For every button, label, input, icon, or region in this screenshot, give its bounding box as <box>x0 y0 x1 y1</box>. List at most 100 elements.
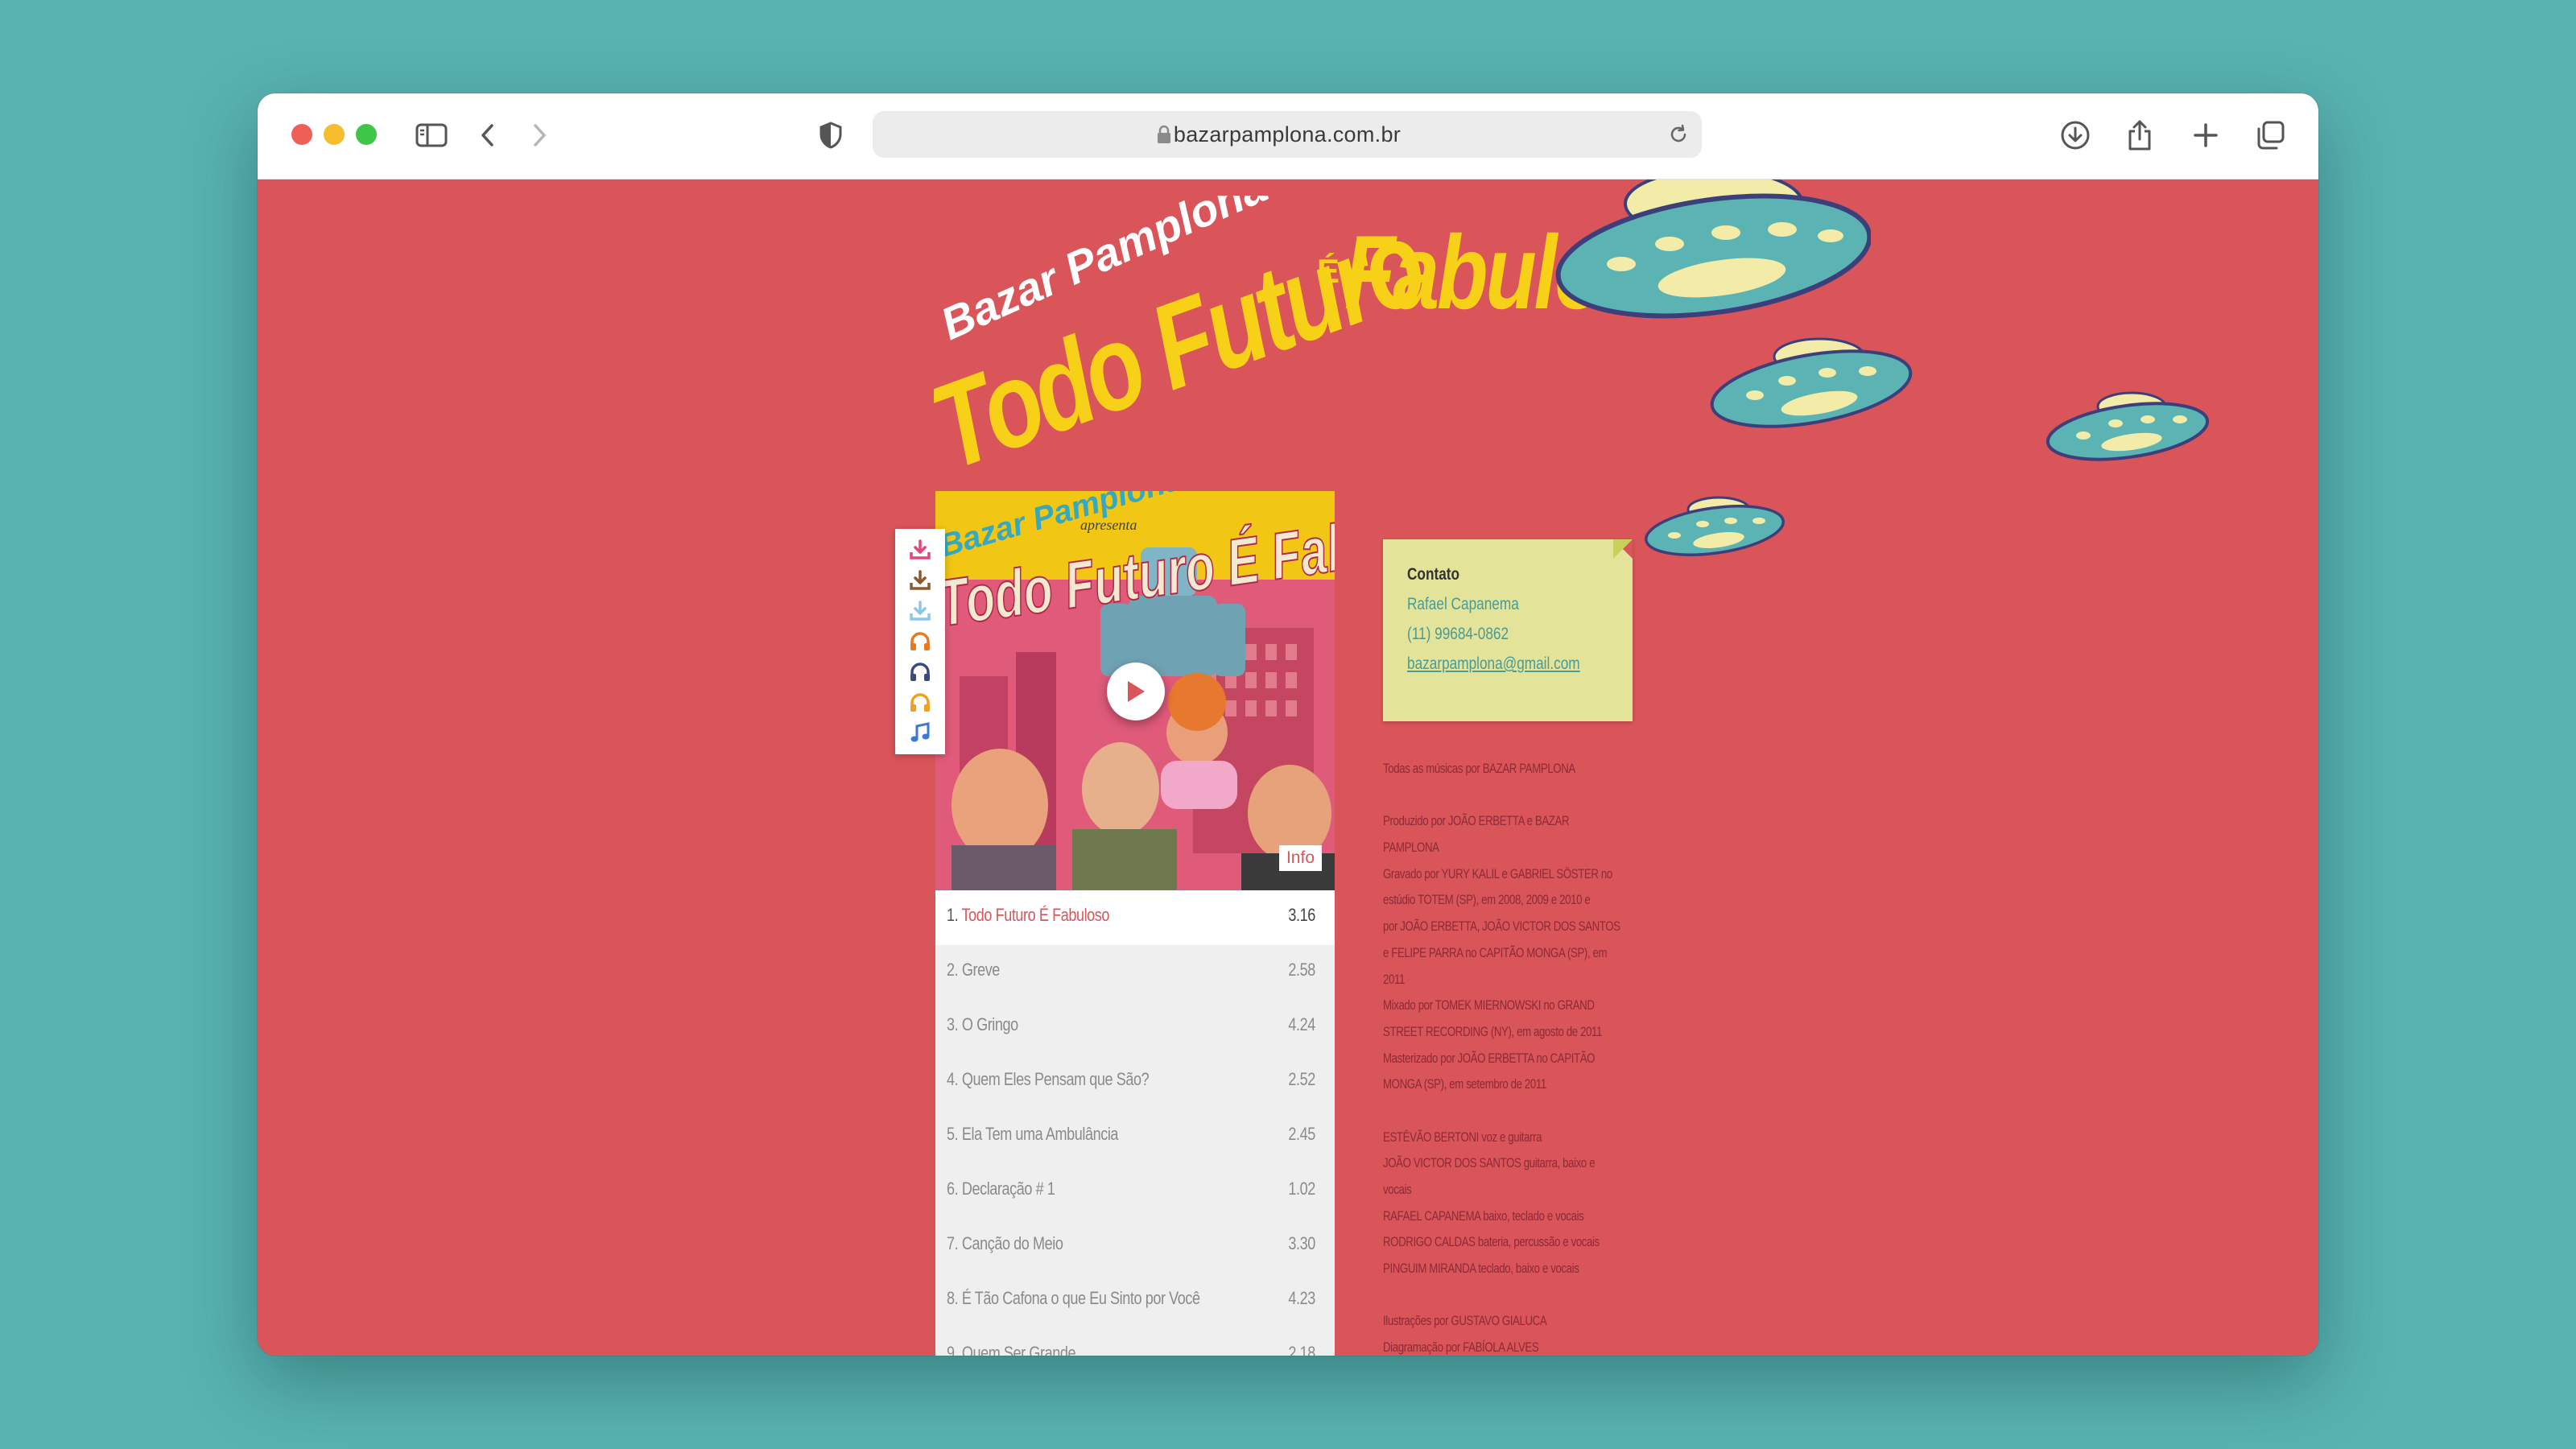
track-title: 7. Canção do Meio <box>947 1233 1063 1254</box>
album-credits: Todas as músicas por BAZAR PAMPLONA Produ… <box>1383 756 1641 1356</box>
track-number: 8. <box>947 1288 959 1308</box>
track-title: 4. Quem Eles Pensam que São? <box>947 1069 1150 1090</box>
track-name: Declaração # 1 <box>961 1179 1055 1199</box>
track-row[interactable]: 5. Ela Tem uma Ambulância 2.45 <box>935 1109 1335 1164</box>
download-brown-icon[interactable] <box>909 569 931 592</box>
track-number: 1. <box>947 905 959 925</box>
track-name: O Gringo <box>961 1014 1018 1034</box>
ufo-medium-icon <box>1710 337 1913 428</box>
credit-line: Produzido por JOÃO ERBETTA e BAZAR <box>1383 813 1570 829</box>
credit-line: Gravado por YURY KALIL e GABRIEL SÖSTER … <box>1383 865 1612 881</box>
minimize-window-button[interactable] <box>324 124 345 145</box>
track-duration: 4.24 <box>1288 1014 1316 1034</box>
share-icon[interactable] <box>2122 118 2157 153</box>
track-list: 1. Todo Futuro É Fabuloso 3.16 2. Greve 2.5… <box>935 890 1335 1356</box>
credit-line: Diagramação por FABÍOLA ALVES <box>1383 1340 1539 1356</box>
track-row[interactable]: 4. Quem Eles Pensam que São? 2.52 <box>935 1055 1335 1109</box>
credit-line: e FELIPE PARRA no CAPITÃO MONGA (SP), em <box>1383 944 1608 960</box>
track-duration: 1.02 <box>1288 1179 1316 1199</box>
track-number: 7. <box>947 1233 959 1253</box>
credit-line: PAMPLONA <box>1383 840 1439 856</box>
browser-window: bazarpamplona.com.br Bazar Pamplona Todo… <box>258 93 2318 1356</box>
headphones-amber-icon[interactable] <box>909 691 931 714</box>
track-row[interactable]: 3. O Gringo 4.24 <box>935 1000 1335 1055</box>
track-row[interactable]: 9. Quem Ser Grande 2.18 <box>935 1328 1335 1356</box>
credit-line: Ilustrações por GUSTAVO GIALUCA <box>1383 1313 1547 1329</box>
track-name: Quem Ser Grande <box>961 1343 1076 1356</box>
forward-icon[interactable] <box>522 118 557 153</box>
download-lightblue-icon[interactable] <box>909 600 931 622</box>
credit-line: JOÃO VICTOR DOS SANTOS guitarra, baixo e <box>1383 1155 1596 1171</box>
track-title: 5. Ela Tem uma Ambulância <box>947 1124 1118 1145</box>
track-duration: 2.52 <box>1288 1069 1316 1089</box>
info-button[interactable]: Info <box>1278 845 1322 871</box>
ufo-small-right-icon <box>2046 391 2210 461</box>
web-page: Bazar Pamplona Todo Futuro É Fabuloso <box>258 180 2318 1356</box>
download-options-bar <box>895 529 945 754</box>
note-corner-fold <box>1613 539 1633 559</box>
new-tab-icon[interactable] <box>2188 118 2223 153</box>
track-title: 9. Quem Ser Grande <box>947 1343 1076 1356</box>
zoom-window-button[interactable] <box>356 124 377 145</box>
track-duration: 2.58 <box>1288 960 1316 980</box>
credit-line: PINGUIM MIRANDA teclado, baixo e vocais <box>1383 1261 1579 1277</box>
track-row[interactable]: 2. Greve 2.58 <box>935 945 1335 1000</box>
ufo-large-icon <box>1555 180 1871 319</box>
track-title: 6. Declaração # 1 <box>947 1179 1055 1199</box>
credit-line: por JOÃO ERBETTA, JOÃO VICTOR DOS SANTOS <box>1383 919 1620 935</box>
track-number: 5. <box>947 1124 959 1144</box>
music-note-icon[interactable] <box>909 722 931 745</box>
track-row[interactable]: 1. Todo Futuro É Fabuloso 3.16 <box>935 890 1335 945</box>
reload-icon[interactable] <box>1666 122 1690 147</box>
address-bar[interactable]: bazarpamplona.com.br <box>873 111 1702 158</box>
credit-line: RAFAEL CAPANEMA baixo, teclado e vocais <box>1383 1208 1584 1224</box>
play-button[interactable] <box>1107 663 1165 720</box>
track-name: Todo Futuro É Fabuloso <box>961 905 1110 925</box>
track-name: É Tão Cafona o que Eu Sinto por Você <box>961 1288 1200 1308</box>
credit-line <box>1383 1282 1584 1309</box>
credit-line: STREET RECORDING (NY), em agosto de 2011 <box>1383 1023 1603 1039</box>
contact-note: Contato Rafael Capanema (11) 99684-0862 … <box>1383 539 1633 721</box>
track-title: 8. É Tão Cafona o que Eu Sinto por Você <box>947 1288 1200 1309</box>
tabs-icon[interactable] <box>2252 118 2288 153</box>
credit-line <box>1383 782 1584 809</box>
play-icon <box>1128 681 1145 702</box>
close-window-button[interactable] <box>291 124 312 145</box>
credit-line: Masterizado por JOÃO ERBETTA no CAPITÃO <box>1383 1050 1596 1066</box>
contact-email-link[interactable]: bazarpamplona@gmail.com <box>1407 654 1580 674</box>
track-duration: 2.45 <box>1288 1124 1316 1144</box>
track-name: Greve <box>961 960 1000 980</box>
contact-heading: Contato <box>1407 565 1460 584</box>
logo-title-e: É <box>1317 252 1340 290</box>
track-number: 2. <box>947 960 959 980</box>
headphones-orange-icon[interactable] <box>909 630 931 653</box>
ufo-small-left-icon <box>1644 496 1785 556</box>
browser-toolbar: bazarpamplona.com.br <box>258 93 2318 180</box>
track-duration: 2.18 <box>1288 1343 1316 1356</box>
track-name: Ela Tem uma Ambulância <box>961 1124 1119 1144</box>
track-row[interactable]: 8. É Tão Cafona o que Eu Sinto por Você 4… <box>935 1274 1335 1328</box>
track-row[interactable]: 6. Declaração # 1 1.02 <box>935 1164 1335 1219</box>
credit-line <box>1383 1098 1584 1125</box>
track-number: 6. <box>947 1179 959 1199</box>
track-row[interactable]: 7. Canção do Meio 3.30 <box>935 1219 1335 1274</box>
url-text: bazarpamplona.com.br <box>1173 122 1402 147</box>
sidebar-icon[interactable] <box>414 118 449 153</box>
track-name: Canção do Meio <box>961 1233 1063 1253</box>
track-duration: 3.16 <box>1288 905 1316 925</box>
headphones-navy-icon[interactable] <box>909 661 931 683</box>
track-name: Quem Eles Pensam que São? <box>961 1069 1150 1089</box>
track-number: 9. <box>947 1343 959 1356</box>
download-icon[interactable] <box>2058 118 2093 153</box>
contact-phone: (11) 99684-0862 <box>1407 625 1509 643</box>
track-title: 2. Greve <box>947 960 1000 980</box>
track-title: 3. O Gringo <box>947 1014 1018 1035</box>
back-icon[interactable] <box>470 118 506 153</box>
download-pink-icon[interactable] <box>909 539 931 561</box>
credit-line: 2011 <box>1383 971 1405 987</box>
credit-line: ESTÊVÃO BERTONI voz e guitarra <box>1383 1129 1542 1145</box>
track-number: 3. <box>947 1014 959 1034</box>
credit-line: Mixado por TOMEK MIERNOWSKI no GRAND <box>1383 997 1595 1013</box>
track-duration: 4.23 <box>1288 1288 1316 1308</box>
shield-icon[interactable] <box>813 118 848 153</box>
